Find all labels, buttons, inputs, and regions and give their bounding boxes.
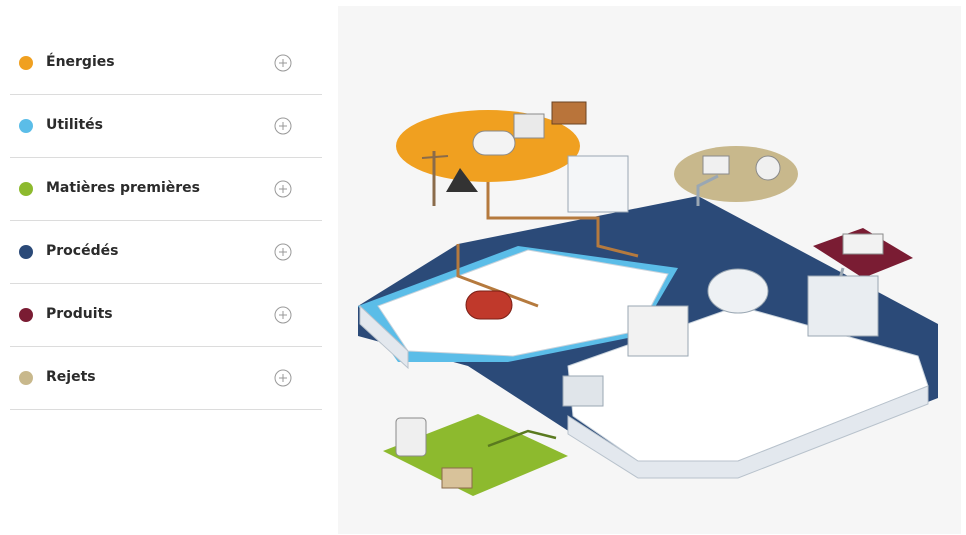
category-produits[interactable]: Produits bbox=[10, 284, 322, 347]
category-label: Rejets bbox=[46, 369, 96, 385]
category-label: Énergies bbox=[46, 54, 115, 70]
category-label: Utilités bbox=[46, 117, 103, 133]
category-matieres-premieres[interactable]: Matières premières bbox=[10, 158, 322, 221]
boiler-machine bbox=[465, 290, 513, 320]
category-rejets[interactable]: Rejets bbox=[10, 347, 322, 410]
digester-tank bbox=[755, 155, 781, 181]
procedes-color-dot bbox=[19, 245, 33, 259]
packaging-line bbox=[562, 375, 604, 407]
storage-racks bbox=[807, 275, 879, 337]
fuel-tank bbox=[472, 130, 516, 156]
matieres-premieres-color-dot bbox=[19, 182, 33, 196]
mixing-tank bbox=[707, 268, 769, 314]
plus-circle-icon[interactable] bbox=[274, 306, 292, 324]
boiler-unit bbox=[513, 113, 545, 139]
filter-unit bbox=[702, 155, 730, 175]
material-boxes bbox=[441, 467, 473, 489]
silo-tank bbox=[395, 417, 427, 457]
plus-circle-icon[interactable] bbox=[274, 180, 292, 198]
category-list: Énergies Utilités Matières premières Pro… bbox=[10, 32, 322, 410]
energies-color-dot bbox=[19, 56, 33, 70]
wood-pile bbox=[551, 101, 587, 125]
utilites-color-dot bbox=[19, 119, 33, 133]
plus-circle-icon[interactable] bbox=[274, 369, 292, 387]
waste-zone[interactable] bbox=[674, 146, 798, 202]
category-energies[interactable]: Énergies bbox=[10, 32, 322, 95]
category-label: Matières premières bbox=[46, 180, 201, 196]
category-label: Procédés bbox=[46, 243, 119, 259]
rejets-color-dot bbox=[19, 371, 33, 385]
category-procedes[interactable]: Procédés bbox=[10, 221, 322, 284]
category-label: Produits bbox=[46, 306, 113, 322]
product-pallet bbox=[842, 233, 884, 255]
control-station bbox=[567, 155, 629, 213]
production-machine bbox=[627, 305, 689, 357]
plus-circle-icon[interactable] bbox=[274, 117, 292, 135]
factory-illustration bbox=[338, 6, 961, 534]
category-utilites[interactable]: Utilités bbox=[10, 95, 322, 158]
plus-circle-icon[interactable] bbox=[274, 54, 292, 72]
plus-circle-icon[interactable] bbox=[274, 243, 292, 261]
produits-color-dot bbox=[19, 308, 33, 322]
